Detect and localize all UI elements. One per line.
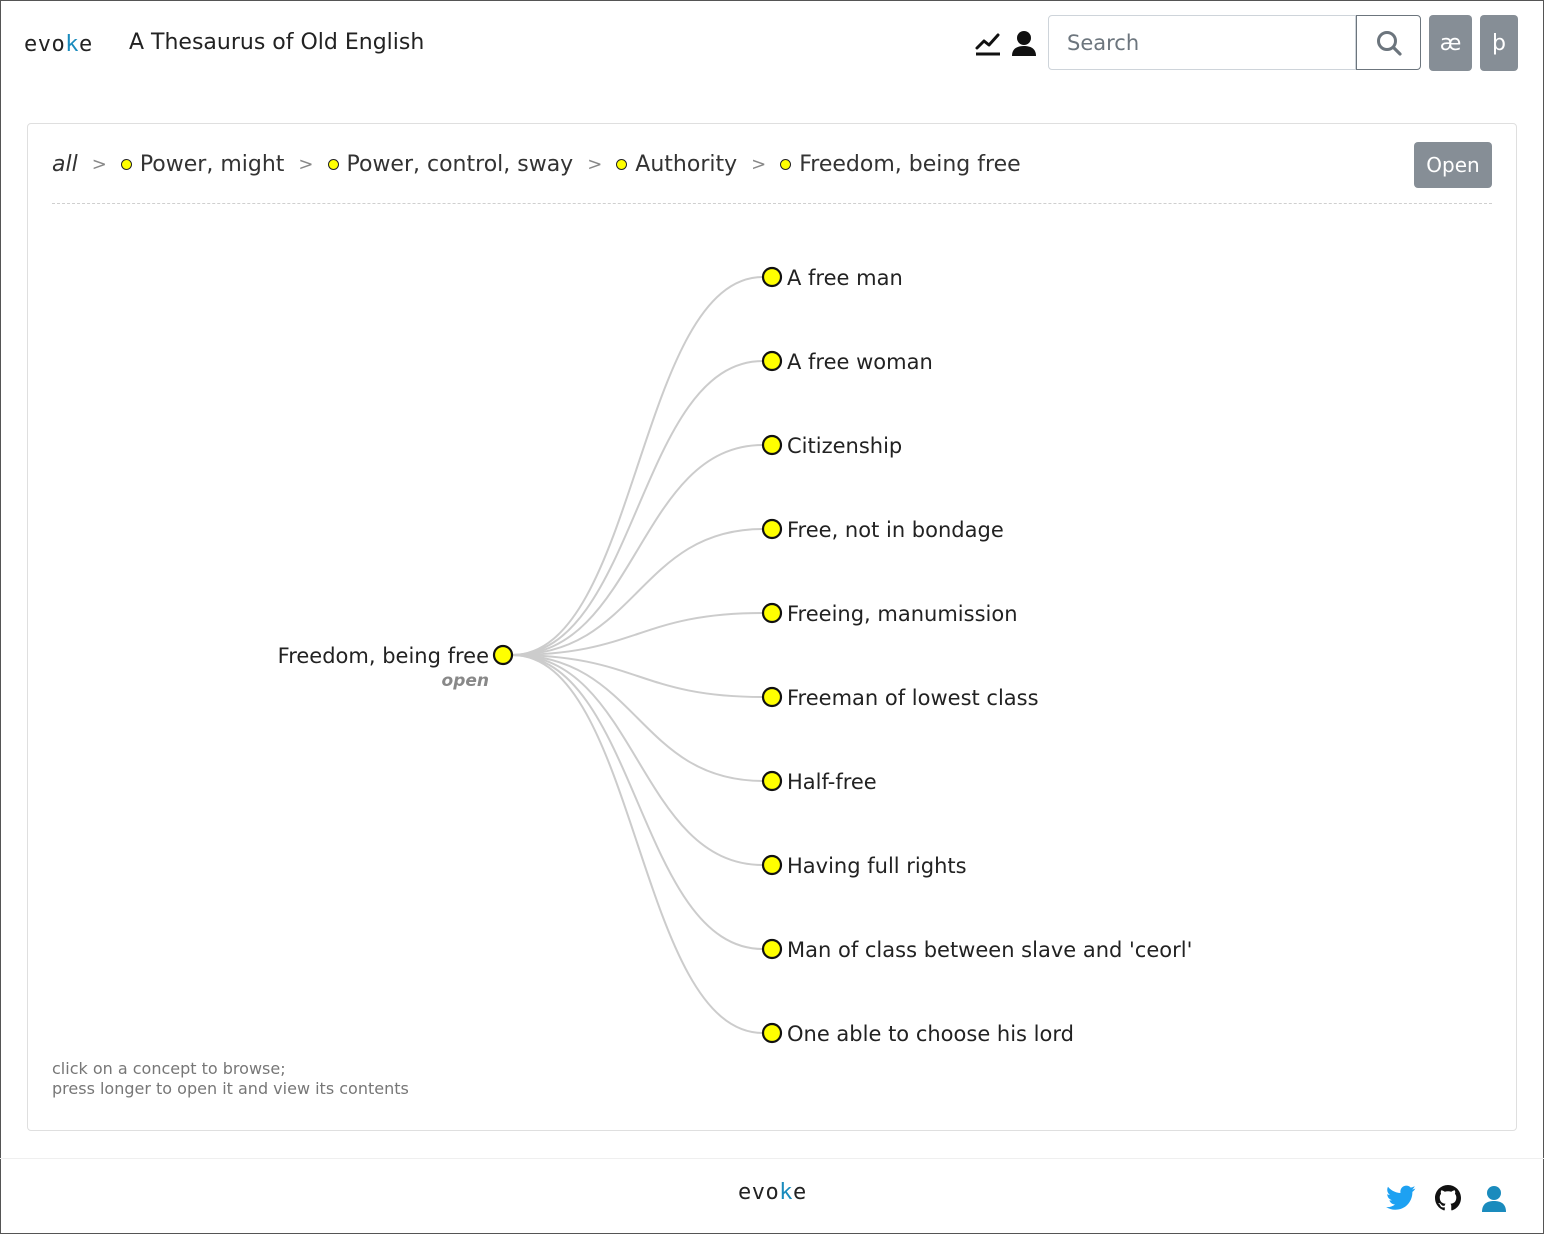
tree-link <box>511 444 764 656</box>
footer-divider <box>0 1158 1544 1159</box>
tree-node-circle <box>761 266 783 288</box>
tree-node-circle <box>761 434 783 456</box>
tree-link <box>511 612 764 656</box>
tree-child-label: A free woman <box>787 350 933 374</box>
stats-icon[interactable] <box>973 30 1003 60</box>
tree-node-circle <box>761 854 783 876</box>
usage-hint: click on a concept to browse; press long… <box>52 1059 409 1099</box>
evoke-logo[interactable]: evoke <box>24 32 93 57</box>
tree-node-circle <box>761 602 783 624</box>
insert-ae-button[interactable]: æ <box>1429 15 1472 71</box>
concept-card: all > Power, might > Power, control, swa… <box>27 123 1517 1131</box>
tree-child-label: Man of class between slave and 'ceorl' <box>787 938 1192 962</box>
logo-suffix: e <box>793 1180 807 1205</box>
tree-child-label: Freeman of lowest class <box>787 686 1039 710</box>
tree-child-node[interactable]: A free man <box>761 266 903 290</box>
tree-child-label: Free, not in bondage <box>787 518 1004 542</box>
app-title: A Thesaurus of Old English <box>129 30 425 55</box>
tree-child-node[interactable]: One able to choose his lord <box>761 1022 1074 1046</box>
navbar: evoke A Thesaurus of Old English æ þ <box>0 0 1544 90</box>
tree-child-label: Citizenship <box>787 434 902 458</box>
tree-link <box>511 276 764 656</box>
logo-accent: k <box>779 1180 793 1205</box>
tree-child-node[interactable]: Man of class between slave and 'ceorl' <box>761 938 1192 962</box>
github-icon[interactable] <box>1435 1185 1463 1213</box>
tree-child-node[interactable]: Having full rights <box>761 854 967 878</box>
tree-link <box>511 654 764 1034</box>
search-input[interactable] <box>1048 15 1356 70</box>
tree-child-node[interactable]: Free, not in bondage <box>761 518 1004 542</box>
logo-prefix: evo <box>738 1180 780 1205</box>
tree-link <box>511 654 764 950</box>
hint-line: click on a concept to browse; <box>52 1059 286 1078</box>
logo-accent: k <box>65 32 79 57</box>
tree-node-circle <box>761 938 783 960</box>
tree-node-circle <box>761 518 783 540</box>
tree-link <box>511 528 764 656</box>
twitter-icon[interactable] <box>1386 1185 1416 1215</box>
insert-thorn-button[interactable]: þ <box>1480 15 1518 71</box>
search-group <box>1048 15 1421 70</box>
tree-child-node[interactable]: Freeing, manumission <box>761 602 1018 626</box>
search-button[interactable] <box>1356 15 1421 70</box>
tree-child-label: Half-free <box>787 770 877 794</box>
tree-link <box>511 654 764 866</box>
tree-child-node[interactable]: Citizenship <box>761 434 902 458</box>
tree-child-label: Freeing, manumission <box>787 602 1018 626</box>
tree-link <box>511 654 764 698</box>
tree-link <box>511 360 764 656</box>
hint-line: press longer to open it and view its con… <box>52 1079 409 1098</box>
tree-link <box>511 654 764 782</box>
search-icon <box>1376 30 1402 56</box>
tree-node-circle <box>761 770 783 792</box>
tree-node-circle <box>761 686 783 708</box>
logo-suffix: e <box>79 32 93 57</box>
tree-node-circle <box>761 350 783 372</box>
tree-child-label: A free man <box>787 266 903 290</box>
tree-root-open-link[interactable]: open <box>442 671 489 691</box>
tree-child-label: One able to choose his lord <box>787 1022 1074 1046</box>
tree-child-node[interactable]: A free woman <box>761 350 933 374</box>
tree-root-label: Freedom, being free <box>278 644 489 668</box>
user-icon[interactable] <box>1010 29 1040 59</box>
tree-node-circle <box>761 1022 783 1044</box>
footer-logo[interactable]: evoke <box>738 1180 807 1205</box>
tree-node-circle <box>492 644 514 666</box>
tree-root-node[interactable]: Freedom, being free open <box>278 644 514 691</box>
concept-tree: Freedom, being free open A free man A free … <box>278 266 1193 1046</box>
account-icon[interactable] <box>1481 1185 1509 1215</box>
tree-child-node[interactable]: Freeman of lowest class <box>761 686 1039 710</box>
tree-child-node[interactable]: Half-free <box>761 770 877 794</box>
logo-prefix: evo <box>24 32 66 57</box>
tree-child-label: Having full rights <box>787 854 967 878</box>
